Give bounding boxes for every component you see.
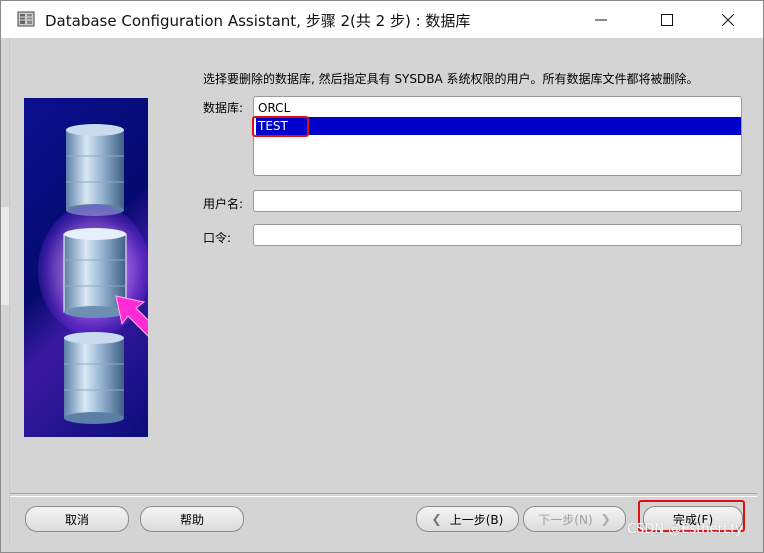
minimize-icon [595, 19, 607, 20]
password-field[interactable] [253, 224, 742, 246]
dialog-content: 选择要删除的数据库, 然后指定具有 SYSDBA 系统权限的用户。所有数据库文件… [9, 38, 757, 545]
next-button: 下一步(N) ❯ [523, 506, 626, 532]
cancel-label: 取消 [64, 512, 89, 527]
chevron-left-icon: ❮ [431, 512, 442, 526]
username-field[interactable] [253, 190, 742, 212]
database-label: 数据库: [203, 101, 244, 115]
password-label: 口令: [203, 231, 232, 245]
database-illustration [24, 98, 148, 437]
title-bar: Database Configuration Assistant, 步骤 2(共… [1, 1, 763, 38]
back-label: 上一步(B) [449, 512, 504, 527]
next-label: 下一步(N) [538, 512, 593, 527]
database-app-icon [17, 11, 35, 27]
username-label: 用户名: [203, 197, 244, 211]
cancel-button[interactable]: 取消 [25, 506, 129, 532]
window-title: Database Configuration Assistant, 步骤 2(共… [45, 12, 471, 30]
close-icon [722, 13, 734, 26]
maximize-button[interactable] [644, 1, 690, 38]
database-cylinders-icon [38, 124, 148, 424]
dbca-window: Database Configuration Assistant, 步骤 2(共… [0, 0, 764, 553]
help-label: 帮助 [179, 512, 204, 527]
back-button[interactable]: ❮ 上一步(B) [416, 506, 519, 532]
instruction-text: 选择要删除的数据库, 然后指定具有 SYSDBA 系统权限的用户。所有数据库文件… [203, 72, 699, 86]
list-item[interactable]: ORCL [256, 99, 290, 117]
chevron-right-icon: ❯ [600, 512, 611, 526]
minimize-button[interactable] [578, 1, 624, 38]
help-button[interactable]: 帮助 [140, 506, 244, 532]
background-window-edge [1, 207, 9, 305]
watermark-text: CSDN @EstherLty [627, 522, 743, 537]
maximize-icon [661, 13, 673, 26]
database-listbox[interactable]: ORCL TEST [253, 96, 742, 176]
close-button[interactable] [705, 1, 751, 38]
highlight-box-test [252, 116, 309, 137]
list-item-selected[interactable]: TEST [256, 117, 741, 135]
button-separator [10, 493, 757, 497]
